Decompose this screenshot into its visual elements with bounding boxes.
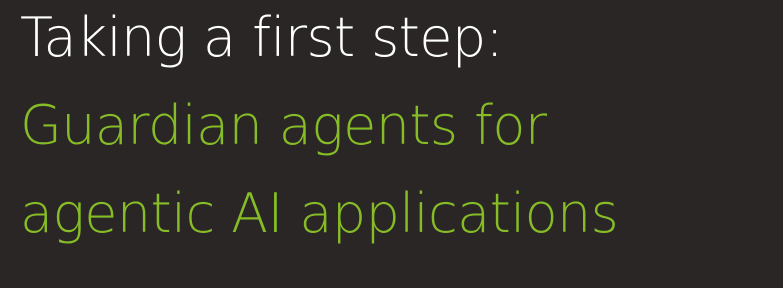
headline-line-3: agentic AI applications — [20, 182, 619, 245]
headline: Taking a first step: Guardian agents for… — [20, 0, 783, 258]
headline-line-2: Guardian agents for — [20, 94, 547, 157]
title-slide: Taking a first step: Guardian agents for… — [0, 0, 783, 282]
headline-line-1: Taking a first step: — [20, 6, 504, 69]
